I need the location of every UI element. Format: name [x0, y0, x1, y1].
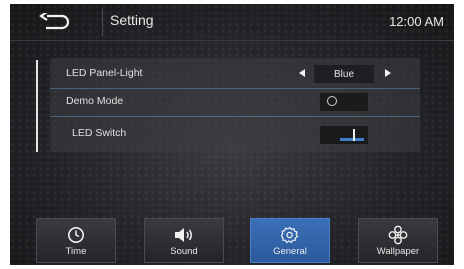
- top-bar: Setting 12:00 AM: [10, 4, 454, 41]
- tab-general[interactable]: General: [250, 218, 330, 263]
- toggle-on-icon: [353, 129, 355, 141]
- back-button[interactable]: [10, 4, 100, 40]
- setting-row-led-switch: LED Switch: [50, 118, 420, 146]
- speaker-icon: [175, 228, 192, 242]
- top-separator: [10, 40, 454, 41]
- setting-row-demo-mode: Demo Mode: [50, 88, 420, 117]
- previous-option-button[interactable]: [294, 65, 310, 81]
- bottom-nav: Time Sound General Wallpaper: [10, 218, 454, 265]
- clock-icon: [68, 227, 84, 243]
- setting-label: Demo Mode: [66, 95, 124, 107]
- flower-icon: [388, 225, 408, 245]
- led-color-value: Blue: [314, 65, 374, 83]
- tab-time[interactable]: Time: [36, 218, 116, 263]
- toggle-on-fill: [340, 138, 364, 141]
- demo-mode-toggle[interactable]: [320, 93, 368, 111]
- setting-label: LED Panel-Light: [66, 67, 143, 79]
- settings-screen: Setting 12:00 AM LED Panel-Light Blue De…: [10, 4, 454, 265]
- setting-row-led-panel-light: LED Panel-Light Blue: [50, 60, 420, 89]
- setting-label: LED Switch: [72, 127, 127, 139]
- back-arrow-icon: [39, 13, 70, 30]
- top-divider: [102, 8, 103, 36]
- toggle-off-icon: [327, 96, 337, 106]
- tab-label: Wallpaper: [376, 246, 420, 257]
- tab-label: General: [273, 246, 307, 257]
- tab-label: Sound: [170, 246, 198, 257]
- triangle-right-icon: [385, 69, 391, 77]
- tab-label: Time: [65, 246, 87, 257]
- page-title: Setting: [110, 12, 154, 28]
- next-option-button[interactable]: [380, 65, 396, 81]
- scroll-indicator[interactable]: [36, 60, 38, 152]
- tab-wallpaper[interactable]: Wallpaper: [358, 218, 438, 263]
- triangle-left-icon: [299, 69, 305, 77]
- gear-icon: [281, 226, 299, 244]
- clock-readout: 12:00 AM: [389, 14, 444, 29]
- tab-sound[interactable]: Sound: [144, 218, 224, 263]
- led-switch-toggle[interactable]: [320, 126, 368, 144]
